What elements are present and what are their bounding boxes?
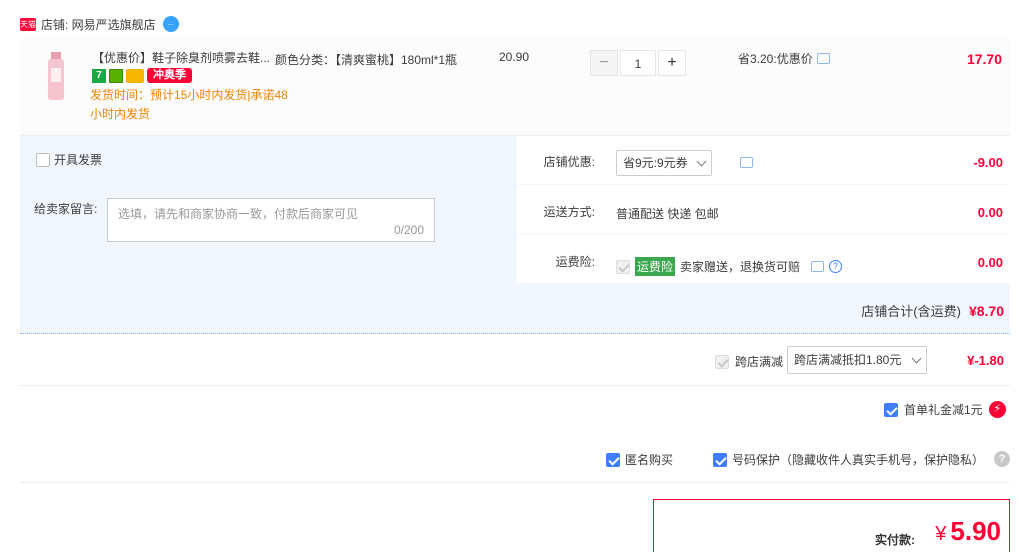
insurance-amount: 0.00 (977, 255, 1003, 270)
anonymous-purchase-option[interactable]: 匿名购买 (606, 451, 673, 468)
insurance-label: 运费险: (555, 255, 595, 269)
phone-protection-checkbox[interactable] (713, 452, 727, 467)
quantity-stepper: − 1 + (590, 50, 686, 76)
payment-label: 实付款: (875, 533, 915, 547)
message-placeholder: 选填，请先和商家协商一致，付款后商家可见 (118, 207, 359, 221)
shop-total-value: ¥8.70 (968, 303, 1004, 319)
service-icons: 7 冲奥季 (92, 68, 192, 83)
discount-note: 省3.20:优惠价 (738, 50, 830, 67)
shipping-method: 普通配送 快递 包邮 (616, 207, 719, 221)
shop-discount-label: 店铺优惠: (543, 155, 595, 169)
help-icon[interactable]: ? (829, 260, 843, 273)
invoice-checkbox[interactable] (36, 152, 50, 167)
credit-card-icon (126, 68, 144, 83)
unit-price: 20.90 (499, 50, 530, 64)
qty-input[interactable]: 1 (620, 50, 656, 76)
chevron-down-icon (911, 353, 922, 363)
gift-row: 首单礼金减1元 ⚡ (884, 401, 1006, 418)
message-icon[interactable] (816, 53, 830, 64)
gift-label: 首单礼金减1元 (904, 403, 983, 417)
payment-value: 5.90 (950, 516, 1001, 546)
cross-store-checkbox (715, 354, 729, 369)
insurance-tag: 运费险 (635, 257, 676, 276)
order-options: 开具发票 给卖家留言: 选填，请先和商家协商一致，付款后商家可见 0/200 店… (20, 136, 1011, 334)
shop-total: 店铺合计(含运费) ¥8.70 (861, 301, 1004, 320)
anonymous-checkbox[interactable] (606, 452, 620, 467)
shipping-amount: 0.00 (977, 205, 1003, 220)
phone-protection-label: 号码保护（隐藏收件人真实手机号，保护隐私） (732, 453, 985, 467)
shipping-row: 运送方式: 普通配送 快递 包邮 0.00 (516, 186, 1011, 235)
message-label: 给卖家留言: (34, 202, 98, 216)
invoice-option[interactable]: 开具发票 (36, 151, 102, 168)
wangwang-chat-icon[interactable]: ·· (162, 16, 179, 32)
shop-options-panel: 店铺优惠: 省9元:9元券 -9.00 运送方式: 普通配送 快递 包邮 0.0… (515, 136, 1011, 285)
shop-total-label: 店铺合计(含运费) (861, 304, 961, 319)
chevron-down-icon (696, 156, 707, 166)
insurance-checkbox (616, 259, 630, 274)
currency-symbol: ¥ (935, 523, 947, 545)
insurance-text: 卖家赠送，退换货可赔 (680, 260, 801, 274)
divider (20, 482, 1010, 483)
shop-discount-amount: -9.00 (973, 155, 1003, 170)
cross-store-row: 跨店满减 跨店满减抵扣1.80元 ¥-1.80 (20, 336, 1010, 386)
shipping-label: 运送方式: (543, 205, 595, 219)
tmall-logo: 天猫 (20, 17, 36, 31)
qty-plus-button[interactable]: + (658, 50, 686, 76)
insurance-option: 运费险 卖家赠送，退换货可赔 ? (616, 257, 843, 276)
shop-header: 天猫 店铺: 网易严选旗舰店 ·· (20, 14, 179, 34)
shipping-time-note: 发货时间：预计15小时内发货|承诺48小时内发货 (90, 88, 288, 121)
cross-store-select[interactable]: 跨店满减抵扣1.80元 (787, 346, 928, 374)
qty-minus-button[interactable]: − (590, 50, 618, 76)
shop-coupon-select[interactable]: 省9元:9元券 (616, 150, 712, 176)
delivery-guarantee-icon (109, 68, 123, 83)
product-spec: 颜色分类：【清爽蜜桃】180ml*1瓶 (275, 53, 458, 67)
cross-store-amount: ¥-1.80 (967, 353, 1004, 368)
shop-name[interactable]: 店铺: 网易严选旗舰店 (41, 16, 156, 33)
item-row: 【优惠价】鞋子除臭剂喷雾去鞋... 7 冲奥季 发货时间：预计15小时内发货|承… (20, 38, 1010, 136)
help-icon[interactable]: ? (994, 451, 1010, 467)
message-char-count: 0/200 (393, 223, 424, 237)
product-title[interactable]: 【优惠价】鞋子除臭剂喷雾去鞋... (92, 50, 272, 66)
cross-store-value: 跨店满减抵扣1.80元 (794, 353, 902, 367)
insurance-row: 运费险: 运费险 卖家赠送，退换货可赔 ? 0.00 (516, 236, 1011, 285)
payment-amount: ¥5.90 (935, 516, 1001, 547)
seller-message-input[interactable]: 选填，请先和商家协商一致，付款后商家可见 0/200 (107, 198, 435, 242)
message-icon[interactable] (811, 261, 825, 272)
phone-protection-option[interactable]: 号码保护（隐藏收件人真实手机号，保护隐私） (713, 451, 984, 468)
discount-note-text: 省3.20:优惠价 (738, 52, 813, 66)
seven-day-return-icon: 7 (92, 68, 106, 83)
shop-discount-row: 店铺优惠: 省9元:9元券 -9.00 (516, 136, 1011, 185)
promo-tag: 冲奥季 (147, 68, 192, 83)
cross-store-option: 跨店满减 (715, 353, 783, 370)
product-thumbnail[interactable] (42, 52, 70, 100)
invoice-label: 开具发票 (54, 153, 103, 167)
payment-summary: 实付款: ¥5.90 (653, 499, 1010, 552)
shop-coupon-value: 省9元:9元券 (623, 156, 688, 170)
cross-store-label: 跨店满减 (735, 355, 784, 369)
item-subtotal: 17.70 (966, 51, 1002, 67)
gift-checkbox[interactable] (884, 402, 898, 417)
message-icon[interactable] (740, 157, 753, 168)
anonymous-label: 匿名购买 (625, 453, 674, 467)
lightning-icon: ⚡ (988, 401, 1006, 418)
